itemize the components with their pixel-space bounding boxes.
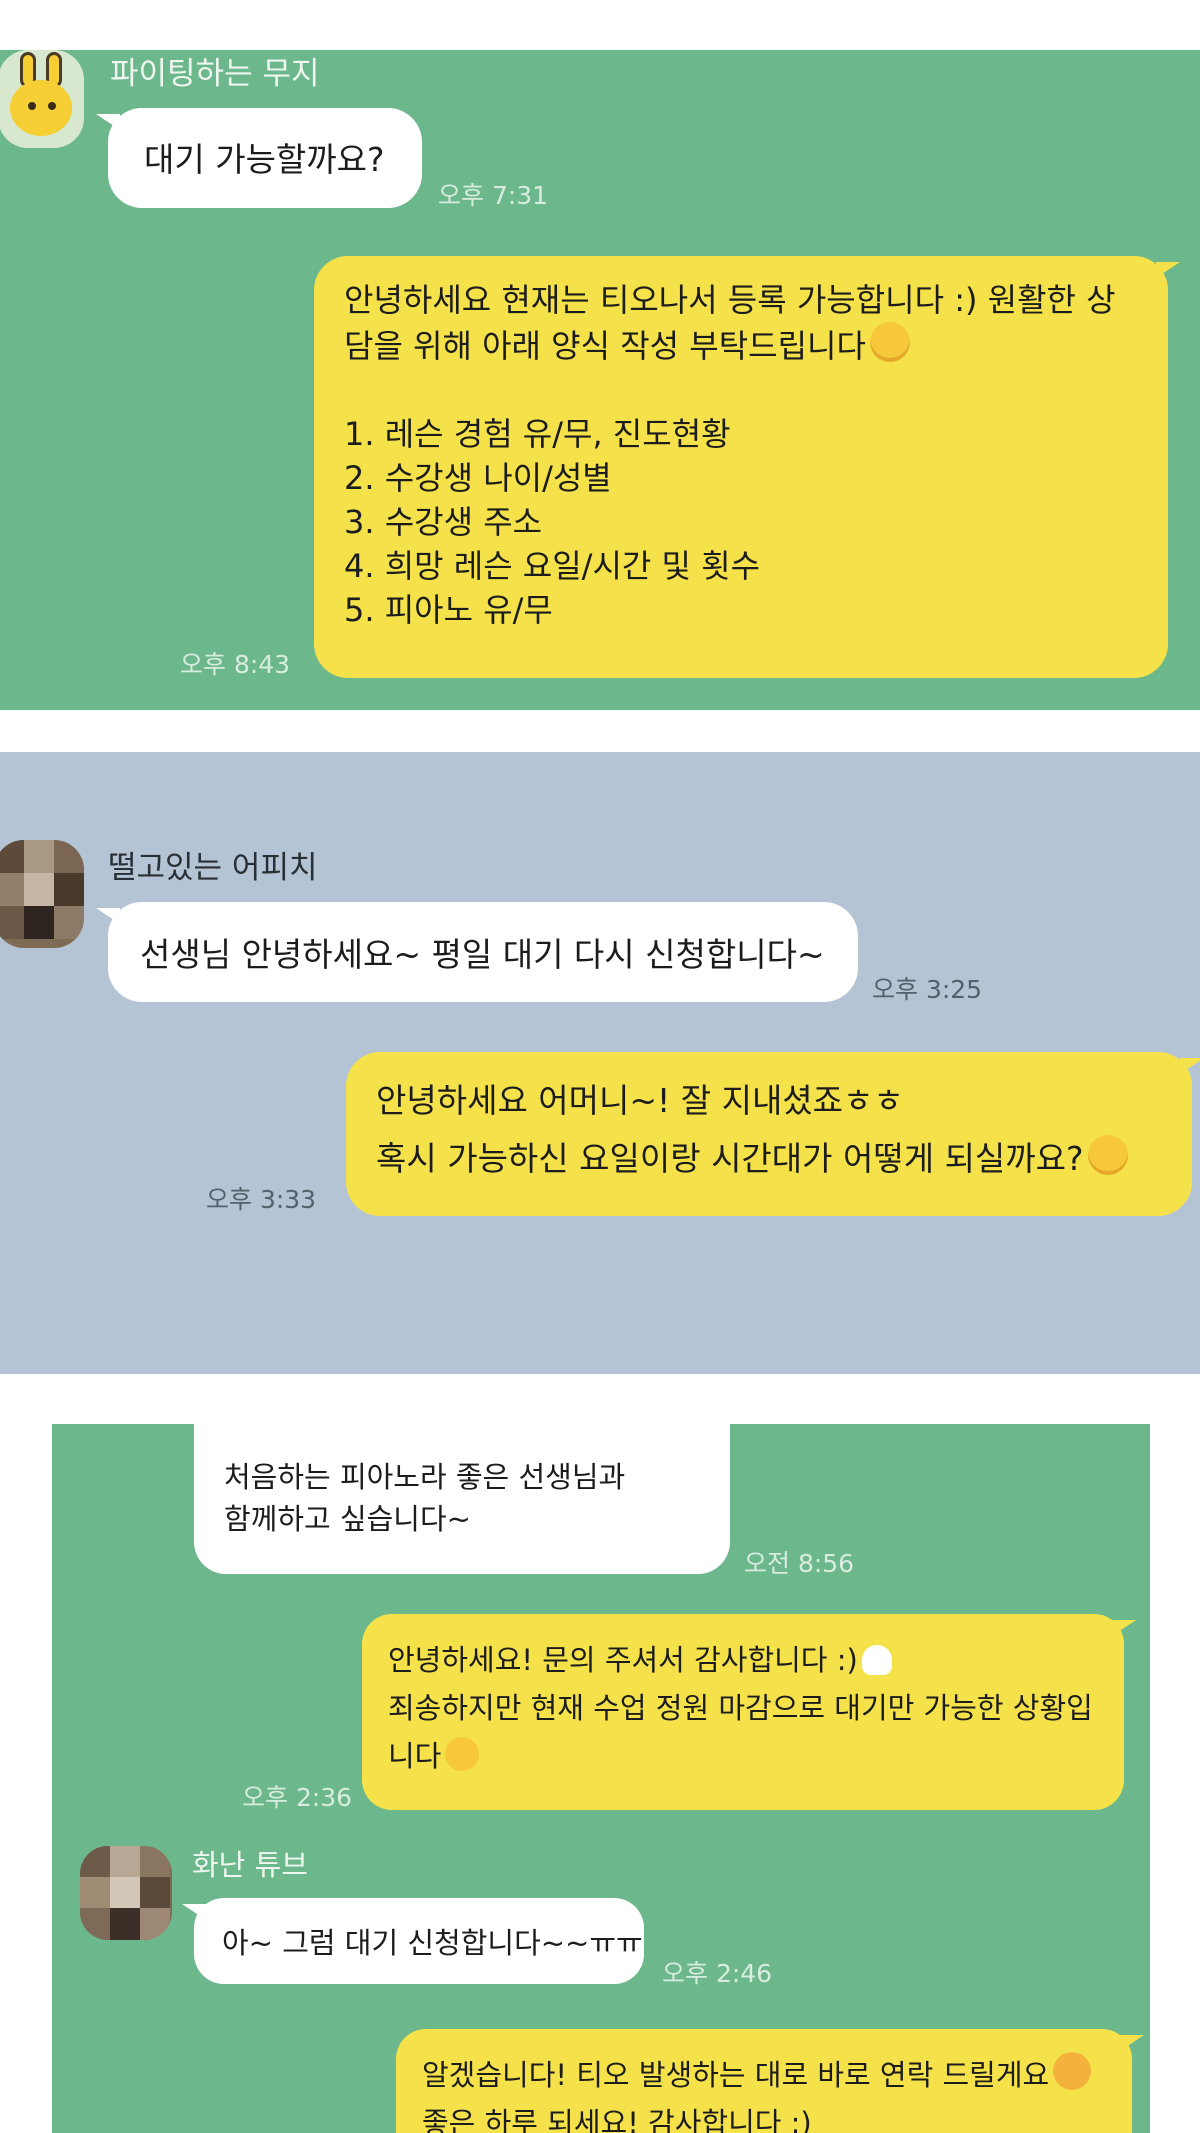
incoming-message[interactable]: 처음하는 피아노라 좋은 선생님과 함께하고 싶습니다~: [194, 1424, 730, 1574]
outgoing-message[interactable]: 안녕하세요! 문의 주셔서 감사합니다 :) 죄송하지만 현재 수업 정원 마감…: [362, 1614, 1136, 1810]
sender-name: 화난 튜브: [192, 1848, 308, 1882]
outgoing-message[interactable]: 안녕하세요 현재는 티오나서 등록 가능합니다 :) 원활한 상 담을 위해 아…: [314, 256, 1180, 678]
message-text: 안녕하세요 어머니~! 잘 지내셨죠ㅎㅎ: [376, 1081, 904, 1120]
message-text: 선생님 안녕하세요~ 평일 대기 다시 신청합니다~: [140, 935, 825, 974]
message-time: 오후 3:25: [872, 975, 983, 1004]
form-list-item: 5. 피아노 유/무: [344, 591, 553, 629]
message-time: 오전 8:56: [744, 1549, 855, 1578]
form-list-item: 2. 수강생 나이/성별: [344, 459, 612, 497]
apeach-avatar-blurred-icon[interactable]: [0, 840, 84, 948]
message-text: 죄송하지만 현재 수업 정원 마감으로 대기만 가능한 상황입: [388, 1691, 1093, 1725]
incoming-message[interactable]: 선생님 안녕하세요~ 평일 대기 다시 신청합니다~: [96, 902, 858, 1002]
chat-screenshot-3: 처음하는 피아노라 좋은 선생님과 함께하고 싶습니다~ 오전 8:56 오후 …: [52, 1424, 1150, 2133]
outgoing-message[interactable]: 안녕하세요 어머니~! 잘 지내셨죠ㅎㅎ 혹시 가능하신 요일이랑 시간대가 어…: [346, 1052, 1200, 1216]
message-text: 혹시 가능하신 요일이랑 시간대가 어떻게 되실까요?: [376, 1139, 1084, 1178]
chat-screenshot-1: 파이팅하는 무지 대기 가능할까요? 오후 7:31 오후 8:43 안녕하세요…: [0, 50, 1200, 710]
message-text: 아~ 그럼 대기 신청합니다~~ㅠㅠ: [222, 1926, 643, 1960]
message-text: 니다: [388, 1739, 442, 1773]
message-time: 오후 2:36: [242, 1783, 353, 1812]
form-list-item: 3. 수강생 주소: [344, 503, 543, 541]
message-text: 알겠습니다! 티오 발생하는 대로 바로 연락 드릴게요: [422, 2058, 1050, 2092]
smiling-face-emoji: [869, 322, 910, 362]
incoming-message[interactable]: 아~ 그럼 대기 신청합니다~~ㅠㅠ: [182, 1898, 644, 1984]
message-time: 오후 3:33: [206, 1185, 317, 1214]
outgoing-message[interactable]: 알겠습니다! 티오 발생하는 대로 바로 연락 드릴게요 좋은 하루 되세요! …: [396, 2029, 1144, 2133]
message-text: 안녕하세요! 문의 주셔서 감사합니다 :): [388, 1643, 858, 1677]
message-time: 오후 7:31: [438, 181, 549, 210]
chat-screenshot-2: 떨고있는 어피치 선생님 안녕하세요~ 평일 대기 다시 신청합니다~ 오후 3…: [0, 752, 1200, 1374]
crying-face-emoji: [445, 1737, 480, 1771]
white-heart-emoji: [861, 1645, 892, 1675]
incoming-message[interactable]: 대기 가능할까요?: [96, 108, 422, 208]
message-time: 오후 2:46: [662, 1959, 773, 1988]
message-text: 좋은 하루 되세요! 감사합니다 :): [422, 2106, 812, 2133]
form-list-item: 1. 레슨 경험 유/무, 진도현황: [344, 415, 731, 453]
sender-name: 파이팅하는 무지: [110, 56, 320, 92]
muzi-avatar-icon[interactable]: [0, 50, 84, 148]
smiling-face-emoji: [1087, 1135, 1128, 1175]
message-text: 안녕하세요 현재는 티오나서 등록 가능합니다 :) 원활한 상 담을 위해 아…: [344, 281, 1116, 365]
message-text: 처음하는 피아노라 좋은 선생님과 함께하고 싶습니다~: [224, 1460, 626, 1536]
form-list: 1. 레슨 경험 유/무, 진도현황 2. 수강생 나이/성별 3. 수강생 주…: [344, 412, 1148, 632]
smiling-face-with-hearts-emoji: [1053, 2052, 1092, 2090]
tube-avatar-blurred-icon[interactable]: [80, 1846, 172, 1940]
message-time: 오후 8:43: [180, 650, 291, 679]
message-text: 대기 가능할까요?: [144, 140, 385, 179]
form-list-item: 4. 희망 레슨 요일/시간 및 횟수: [344, 547, 761, 585]
sender-name: 떨고있는 어피치: [108, 850, 318, 886]
